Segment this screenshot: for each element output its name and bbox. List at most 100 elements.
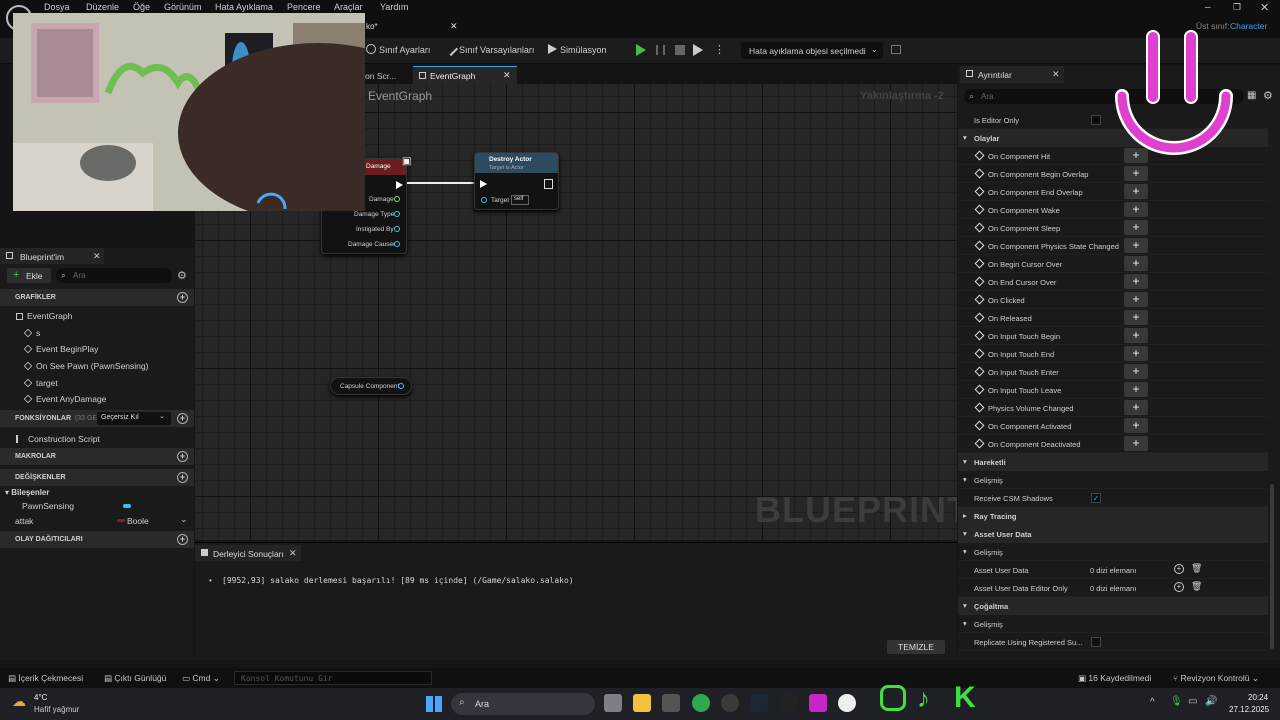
add-event-button[interactable]: + [1124, 382, 1148, 397]
unsaved-button[interactable]: ▣ 16 Kaydedilmedi [1078, 673, 1151, 684]
pin-target[interactable] [481, 197, 487, 203]
dispatchers-section-header[interactable]: OLAY DAĞITICILARI + [0, 531, 194, 548]
chevron-down-icon[interactable]: ⌄ [180, 514, 188, 525]
destroy-actor-node[interactable]: Destroy Actor Target is Actor Target sel… [474, 152, 559, 210]
play-options-icon[interactable] [693, 44, 703, 56]
tree-item-eventgraph[interactable]: EventGraph [16, 311, 72, 321]
add-event-button[interactable]: + [1124, 364, 1148, 379]
add-event-button[interactable]: + [1124, 184, 1148, 199]
add-event-button[interactable]: + [1124, 328, 1148, 343]
tree-item-s[interactable]: s [23, 328, 40, 338]
close-tab-icon[interactable]: ✕ [289, 548, 297, 559]
exec-out-pin[interactable] [396, 181, 403, 189]
exec-in-pin[interactable] [480, 180, 487, 188]
class-defaults-button[interactable]: Sınıf Varsayılanları [443, 41, 534, 57]
step-icon[interactable] [656, 45, 665, 55]
add-element-icon[interactable]: + [1174, 564, 1184, 574]
asset-user-data-advanced-row[interactable]: ▾ Gelişmiş [958, 543, 1268, 561]
close-tab-icon[interactable]: ✕ [450, 21, 458, 32]
close-tab-icon[interactable]: ✕ [503, 70, 511, 81]
movement-section-header[interactable]: ▾ Hareketli [958, 453, 1268, 471]
components-category[interactable]: ▾ Bileşenler [5, 488, 50, 497]
add-event-button[interactable]: + [1124, 256, 1148, 271]
override-dropdown[interactable]: Geçersiz Kıl ⌄ [97, 412, 171, 425]
trash-icon[interactable]: 🗑 [1191, 563, 1202, 574]
asset-tab-title[interactable]: ko* [366, 22, 378, 31]
menu-edit[interactable]: Düzenle [86, 2, 119, 12]
clock-date[interactable]: 27.12.2025 [1229, 705, 1269, 714]
app-icon[interactable] [721, 694, 739, 712]
replication-advanced-row[interactable]: ▾ Gelişmiş [958, 615, 1268, 633]
add-event-button[interactable]: + [1124, 238, 1148, 253]
tab-my-blueprint[interactable]: Blueprint'im ✕ [0, 248, 104, 264]
clear-button[interactable]: TEMİZLE [887, 640, 945, 654]
add-button[interactable]: + Ekle [7, 268, 51, 283]
task-view-icon[interactable] [604, 694, 622, 712]
debug-object-dropdown[interactable]: Hata ayıklama objesi seçilmedi ⌄ [741, 42, 883, 59]
revision-control-button[interactable]: ⑂ Revizyon Kontrolü ⌄ [1173, 673, 1259, 684]
epic-games-icon[interactable] [780, 694, 798, 712]
network-icon[interactable]: ▭ [1188, 696, 1197, 707]
graphs-section-header[interactable]: GRAFİKLER + [0, 289, 194, 306]
close-window-icon[interactable]: ✕ [1260, 1, 1269, 14]
tab-details[interactable]: Ayrıntılar ✕ [960, 66, 1064, 83]
add-element-icon[interactable]: + [1174, 582, 1184, 592]
menu-tools[interactable]: Araçlar [334, 2, 363, 12]
menu-help[interactable]: Yardım [380, 2, 408, 12]
menu-debug[interactable]: Hata Ayıklama [215, 2, 273, 12]
add-event-button[interactable]: + [1124, 418, 1148, 433]
mic-icon[interactable]: 🎙 [1170, 696, 1183, 707]
exec-out-pin[interactable] [544, 179, 553, 189]
add-event-button[interactable]: + [1124, 220, 1148, 235]
add-event-button[interactable]: + [1124, 436, 1148, 451]
cmd-dropdown[interactable]: ▭ Cmd ⌄ [182, 673, 220, 684]
settings-gear-icon[interactable]: ⚙ [1263, 89, 1273, 102]
play-icon[interactable] [636, 44, 646, 56]
capsule-out-pin[interactable] [398, 383, 404, 389]
table-view-icon[interactable]: ▦ [1247, 90, 1256, 101]
add-variable-icon[interactable]: + [177, 472, 188, 483]
settings-gear-icon[interactable]: ⚙ [177, 269, 187, 282]
add-macro-icon[interactable]: + [177, 451, 188, 462]
content-drawer-button[interactable]: ▤ İçerik Çekmecesi [8, 673, 83, 684]
volume-icon[interactable]: 🔊 [1205, 696, 1217, 707]
store-icon[interactable] [662, 694, 680, 712]
functions-section-header[interactable]: FONKSİYONLAR (33 GEÇERS Geçersiz Kıl ⌄ + [0, 410, 194, 427]
menu-view[interactable]: Görünüm [164, 2, 202, 12]
stop-icon[interactable] [675, 45, 685, 55]
pin-damage[interactable] [394, 196, 400, 202]
tree-item-on-see-pawn[interactable]: On See Pawn (PawnSensing) [23, 361, 148, 371]
replication-section-header[interactable]: ▾ Çoğaltma [958, 597, 1268, 615]
menu-asset[interactable]: Öğe [133, 2, 150, 12]
clock-time[interactable]: 20:24 [1248, 693, 1268, 702]
tree-item-beginplay[interactable]: Event BeginPlay [23, 344, 98, 354]
tab-compiler-results[interactable]: Derleyici Sonuçları ✕ [195, 545, 301, 561]
file-explorer-icon[interactable] [633, 694, 651, 712]
menu-file[interactable]: Dosya [44, 2, 70, 12]
restore-icon[interactable]: ❐ [1233, 2, 1241, 13]
tab-eventgraph[interactable]: EventGraph ✕ [413, 66, 517, 84]
ray-tracing-section-header[interactable]: ▸ Ray Tracing [958, 507, 1268, 525]
tree-item-target[interactable]: target [23, 378, 58, 388]
add-event-button[interactable]: + [1124, 310, 1148, 325]
simulation-button[interactable]: Simülasyon [548, 44, 607, 55]
add-event-button[interactable]: + [1124, 400, 1148, 415]
capsule-component-node[interactable]: Capsule Component [330, 377, 412, 395]
variable-attak[interactable]: attak [15, 516, 33, 526]
chevron-up-icon[interactable]: ^ [1150, 697, 1155, 708]
pin-instigated-by[interactable] [394, 226, 400, 232]
close-tab-icon[interactable]: ✕ [1052, 69, 1060, 80]
unreal-taskbar-icon[interactable] [838, 694, 856, 712]
variable-attak-type[interactable]: Boole [127, 516, 149, 526]
replicate-registered-checkbox[interactable] [1091, 637, 1101, 647]
output-log-button[interactable]: ▤ Çıktı Günlüğü [104, 673, 166, 684]
blueprint-search-input[interactable]: ⌕ Ara [56, 268, 172, 283]
receive-csm-checkbox[interactable]: ✓ [1091, 493, 1101, 503]
trash-icon[interactable]: 🗑 [1191, 581, 1202, 592]
variables-section-header[interactable]: DEĞİŞKENLER + [0, 469, 194, 486]
add-event-button[interactable]: + [1124, 202, 1148, 217]
add-event-button[interactable]: + [1124, 166, 1148, 181]
add-event-button[interactable]: + [1124, 292, 1148, 307]
windows-start-icon[interactable] [426, 696, 442, 712]
macros-section-header[interactable]: MAKROLAR + [0, 448, 194, 465]
